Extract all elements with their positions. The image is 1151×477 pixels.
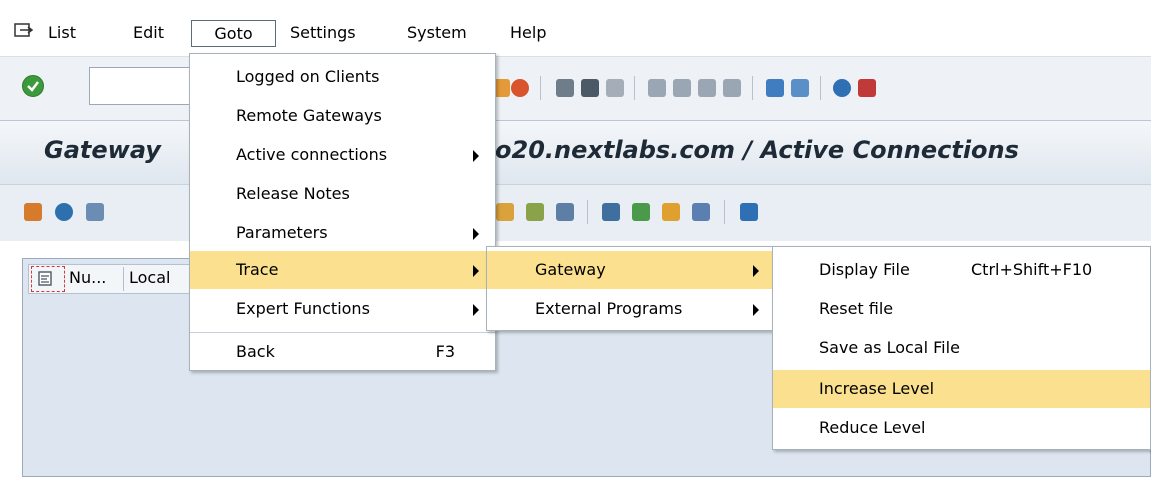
menu-item-display-file[interactable]: Display File Ctrl+Shift+F10 — [773, 251, 1150, 289]
menu-list[interactable]: List — [48, 20, 76, 46]
toolbar-separator — [752, 76, 753, 100]
command-field[interactable] — [89, 67, 193, 105]
menu-item-shortcut: Ctrl+Shift+F10 — [971, 260, 1093, 279]
menu-item-trace[interactable]: Trace — [190, 251, 495, 289]
menu-item-label: Gateway — [535, 260, 606, 279]
menu-edit[interactable]: Edit — [133, 20, 164, 46]
menu-item-label: Save as Local File — [819, 338, 960, 357]
menu-item-label: Display File — [819, 260, 910, 279]
enter-check-icon[interactable] — [22, 75, 44, 97]
menu-item-reduce-level[interactable]: Reduce Level — [773, 409, 1150, 447]
menu-item-label: Reset file — [819, 299, 894, 318]
menu-item-increase-level[interactable]: Increase Level — [773, 370, 1150, 408]
submenu-arrow-icon — [753, 265, 759, 277]
menu-item-active-connections[interactable]: Active connections — [190, 136, 495, 174]
layout-icon[interactable] — [556, 203, 574, 221]
reload-icon[interactable] — [55, 203, 73, 221]
info-icon[interactable] — [740, 203, 758, 221]
toolbar-separator — [540, 76, 541, 100]
menu-item-reset-file[interactable]: Reset file — [773, 290, 1150, 328]
menu-settings[interactable]: Settings — [290, 20, 356, 46]
menu-item-label: Parameters — [236, 223, 328, 242]
menu-item-label: Reduce Level — [819, 418, 926, 437]
column-header-local[interactable]: Local — [129, 268, 170, 287]
gateway-submenu: Display File Ctrl+Shift+F10 Reset file Sa… — [772, 246, 1151, 450]
menu-help[interactable]: Help — [510, 20, 546, 46]
menu-item-label: Remote Gateways — [236, 106, 382, 125]
menu-item-expert-functions[interactable]: Expert Functions — [190, 290, 495, 328]
menu-item-parameters[interactable]: Parameters — [190, 214, 495, 252]
menu-item-back[interactable]: Back F3 — [190, 333, 495, 371]
page-title-left: Gateway — [44, 136, 161, 164]
create-shortcut-icon[interactable] — [791, 79, 809, 97]
submenu-arrow-icon — [473, 228, 479, 240]
cancel-icon[interactable] — [511, 79, 529, 97]
next-page-icon[interactable] — [698, 79, 716, 97]
menu-goto-label: Goto — [214, 24, 253, 43]
menu-item-label: Expert Functions — [236, 299, 370, 318]
subtotal-icon[interactable] — [526, 203, 544, 221]
menu-item-release-notes[interactable]: Release Notes — [190, 175, 495, 213]
menu-item-label: Trace — [236, 260, 279, 279]
create-session-icon[interactable] — [766, 79, 784, 97]
column-divider — [123, 267, 124, 291]
submenu-arrow-icon — [473, 150, 479, 162]
page-title-right: o20.nextlabs.com / Active Connections — [495, 136, 1019, 164]
menu-item-label: External Programs — [535, 299, 683, 318]
find-icon[interactable] — [581, 79, 599, 97]
find-next-icon[interactable] — [606, 79, 624, 97]
menu-item-label: Active connections — [236, 145, 388, 164]
select-all-icon[interactable] — [31, 266, 65, 292]
menu-icon[interactable] — [14, 22, 34, 40]
menu-item-label: Back — [236, 342, 275, 361]
print-icon[interactable] — [556, 79, 574, 97]
list-header: Nu... Local — [28, 264, 198, 294]
calculator-icon[interactable] — [692, 203, 710, 221]
first-page-icon[interactable] — [648, 79, 666, 97]
previous-page-icon[interactable] — [673, 79, 691, 97]
menu-item-shortcut: F3 — [435, 342, 455, 361]
database-icon[interactable] — [86, 203, 104, 221]
filter-icon[interactable] — [602, 203, 620, 221]
menu-goto[interactable]: Goto — [191, 20, 276, 47]
customize-layout-icon[interactable] — [858, 79, 876, 97]
menu-item-label: Increase Level — [819, 379, 935, 398]
menu-item-gateway[interactable]: Gateway — [487, 251, 775, 289]
sort-icon[interactable] — [496, 203, 514, 221]
application-toolbar — [0, 184, 1151, 241]
last-page-icon[interactable] — [723, 79, 741, 97]
column-header-number[interactable]: Nu... — [69, 268, 106, 287]
menu-item-external-programs[interactable]: External Programs — [487, 290, 775, 328]
transfer-icon[interactable] — [662, 203, 680, 221]
submenu-arrow-icon — [473, 304, 479, 316]
menu-bar: List Edit Goto Settings System Help — [0, 0, 1151, 56]
menu-item-logged-on-clients[interactable]: Logged on Clients — [190, 58, 495, 96]
trace-submenu: Gateway External Programs — [486, 246, 776, 331]
menu-item-remote-gateways[interactable]: Remote Gateways — [190, 97, 495, 135]
toolbar-separator — [587, 200, 588, 224]
toolbar-separator — [820, 76, 821, 100]
export-icon[interactable] — [632, 203, 650, 221]
help-icon[interactable] — [833, 79, 851, 97]
toolbar-separator — [724, 200, 725, 224]
toolbar-separator — [634, 76, 635, 100]
menu-system[interactable]: System — [407, 20, 467, 46]
menu-item-label: Release Notes — [236, 184, 350, 203]
goto-menu: Logged on Clients Remote Gateways Active… — [189, 53, 496, 371]
refresh-icon[interactable] — [24, 203, 42, 221]
menu-item-label: Logged on Clients — [236, 67, 380, 86]
submenu-arrow-icon — [473, 265, 479, 277]
submenu-arrow-icon — [753, 304, 759, 316]
menu-item-save-as-local-file[interactable]: Save as Local File — [773, 329, 1150, 367]
